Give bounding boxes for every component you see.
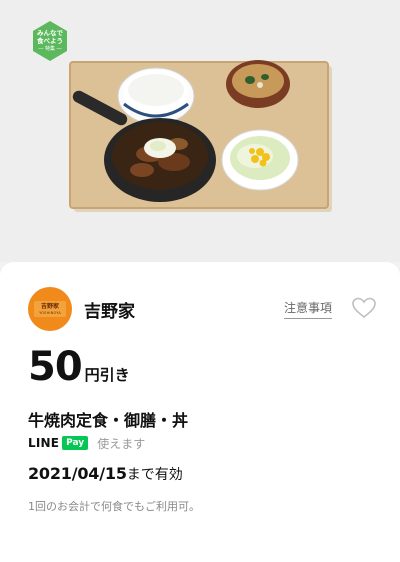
- brand-logo-text: 吉野家: [40, 302, 59, 310]
- heart-icon[interactable]: [351, 296, 377, 320]
- notes-link[interactable]: 注意事項: [284, 299, 333, 319]
- validity: 2021/04/15 まで有効: [28, 464, 183, 484]
- brand-name: 吉野家: [84, 302, 135, 322]
- hero-image: みんなで 食べよう ― 特集 ―: [0, 0, 400, 262]
- brand-logo-subtext: YOSHINOYA: [39, 310, 61, 315]
- payment-usable-text: 使えます: [97, 436, 146, 451]
- menu-items: 牛焼肉定食・御膳・丼: [28, 411, 189, 430]
- validity-suffix: まで有効: [126, 467, 183, 483]
- gyudon-set-meal-illustration: [60, 30, 340, 220]
- validity-date: 2021/04/15: [28, 464, 127, 483]
- usage-condition: 1回のお会計で何食でもご利用可。: [28, 500, 200, 513]
- discount-suffix: 円引き: [84, 366, 130, 384]
- badge-line3: ― 特集 ―: [38, 46, 62, 52]
- discount: 50 円引き: [28, 347, 130, 387]
- payment-method: LINE Pay 使えます: [28, 434, 145, 452]
- discount-amount: 50: [28, 344, 83, 390]
- line-pay-logo-pay: Pay: [62, 436, 89, 450]
- coupon-card: 吉野家 YOSHINOYA 吉野家 注意事項 50 円引き 牛焼肉定食・御膳・丼…: [0, 262, 400, 562]
- brand-logo: 吉野家 YOSHINOYA: [28, 287, 72, 331]
- line-pay-logo-line: LINE: [28, 436, 60, 450]
